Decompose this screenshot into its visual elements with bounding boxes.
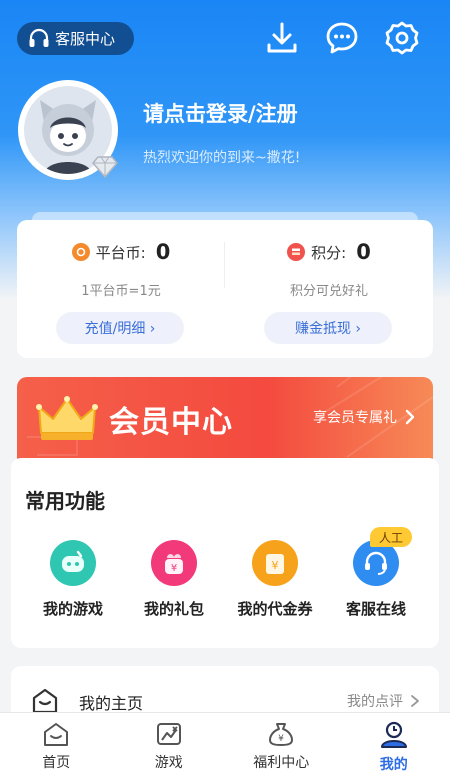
tab-home-label: 首页 [42, 755, 71, 771]
wallet-card: 平台币: 0 1平台币=1元 充值/明细 › 积分: 0 积分可兑好礼 赚金抵现… [17, 220, 433, 358]
chevron-right-icon [411, 695, 419, 707]
chevron-right-icon [405, 409, 415, 425]
vip-center-title: 会员中心 [109, 405, 233, 440]
tab-mine[interactable]: 我的 [338, 713, 450, 775]
tab-games[interactable]: 游戏 [113, 713, 226, 775]
online-service-label: 客服在线 [345, 600, 406, 618]
my-vouchers-button[interactable]: ¥ 我的代金券 [225, 540, 325, 619]
settings-button[interactable] [384, 20, 420, 56]
platform-coin-label: 平台币: [95, 243, 146, 262]
platform-coin-note: 1平台币=1元 [81, 284, 161, 299]
vip-exclusive-label: 享会员专属礼 [313, 410, 397, 426]
earn-gold-button[interactable]: 赚金抵现 › [264, 312, 392, 344]
money-bag-icon: ¥ [269, 723, 294, 746]
customer-service-label: 客服中心 [55, 30, 116, 48]
my-gifts-label: 我的礼包 [143, 600, 204, 618]
message-icon [326, 22, 358, 54]
points-value: 0 [356, 240, 371, 264]
homepage-icon [32, 688, 58, 714]
points-note: 积分可兑好礼 [289, 284, 368, 299]
home-icon [44, 723, 69, 746]
points-section: 积分: 0 积分可兑好礼 赚金抵现 › [225, 220, 433, 358]
my-vouchers-label: 我的代金券 [237, 600, 313, 618]
svg-text:¥: ¥ [272, 559, 279, 572]
platform-coin-section: 平台币: 0 1平台币=1元 充值/明细 › [17, 220, 225, 358]
platform-coin-value: 0 [155, 240, 171, 264]
diamond-level-icon [92, 156, 118, 179]
profile-icon [380, 721, 407, 748]
my-reviews-link[interactable]: 我的点评 [347, 691, 421, 711]
tab-home[interactable]: 首页 [0, 713, 113, 775]
bottom-tab-bar: 首页 游戏 ¥ 福利中心 我的 [0, 712, 450, 775]
vip-center-banner[interactable]: 会员中心 享会员专属礼 [17, 377, 433, 463]
settings-icon [385, 21, 419, 55]
my-games-button[interactable]: 我的游戏 [23, 540, 123, 619]
download-icon [267, 22, 297, 53]
headset-icon [29, 28, 49, 47]
tab-welfare-center-label: 福利中心 [253, 755, 310, 771]
crown-icon [36, 396, 98, 440]
common-functions-card: 常用功能 我的游戏 ¥ 我的礼包 ¥ 我的代金券 客服在线 [11, 458, 439, 648]
my-games-label: 我的游戏 [42, 600, 103, 618]
online-service-button[interactable]: 客服在线 [326, 540, 426, 619]
common-functions-title: 常用功能 [25, 489, 105, 513]
points-icon [287, 243, 306, 261]
tab-welfare-center[interactable]: ¥ 福利中心 [225, 713, 338, 775]
svg-text:¥: ¥ [171, 563, 177, 574]
my-reviews-label: 我的点评 [347, 694, 403, 710]
welcome-text: 热烈欢迎你的到来~撒花! [143, 150, 301, 166]
gift-icon: ¥ [151, 540, 197, 586]
download-button[interactable] [264, 20, 300, 56]
login-register-link[interactable]: 请点击登录/注册 [143, 98, 298, 128]
tab-games-label: 游戏 [154, 755, 183, 771]
points-label: 积分: [311, 243, 347, 262]
my-gifts-button[interactable]: ¥ 我的礼包 [124, 540, 224, 619]
tab-mine-label: 我的 [379, 757, 408, 773]
game-controller-icon [50, 540, 96, 586]
voucher-icon: ¥ [252, 540, 298, 586]
platform-coin-icon [71, 243, 90, 261]
my-homepage-label: 我的主页 [79, 694, 144, 713]
vip-exclusive-link[interactable]: 享会员专属礼 [313, 407, 417, 427]
human-agent-badge: 人工 [370, 527, 412, 547]
game-icon [156, 723, 181, 745]
svg-text:¥: ¥ [278, 734, 284, 744]
recharge-details-button[interactable]: 充值/明细 › [56, 312, 184, 344]
customer-service-center-button[interactable]: 客服中心 [17, 22, 134, 55]
message-button[interactable] [324, 20, 360, 56]
